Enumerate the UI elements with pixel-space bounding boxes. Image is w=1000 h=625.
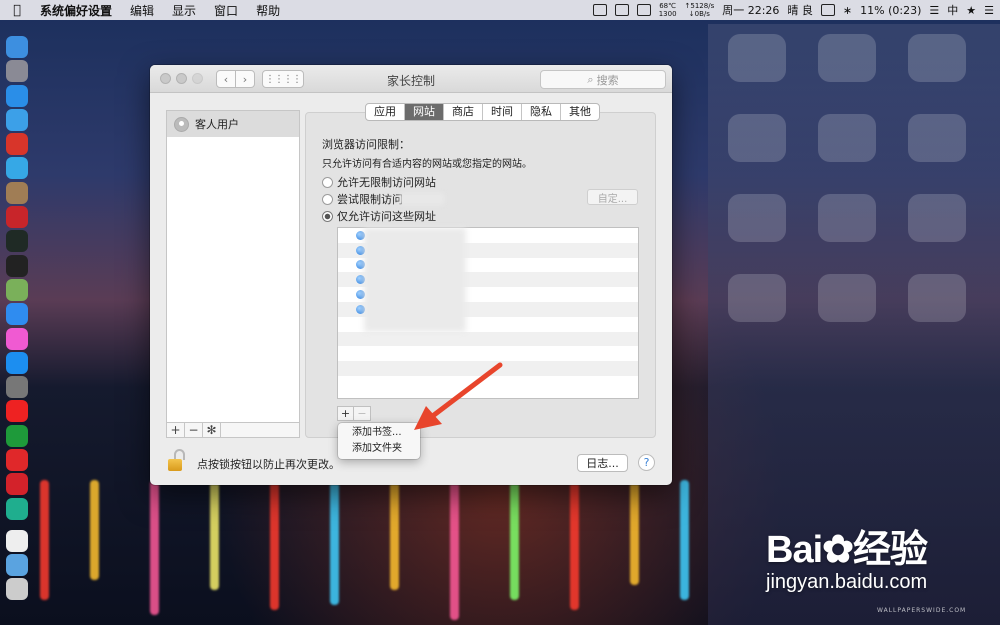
netease-music-icon[interactable] (6, 449, 28, 472)
user-list: 客人用户 (166, 110, 300, 438)
watermark-logo: Bai✿经验 (766, 529, 928, 571)
tab-other[interactable]: 其他 (561, 104, 599, 120)
add-site-button[interactable]: + (338, 407, 354, 420)
menu-bar:  系统偏好设置 编辑 显示 窗口 帮助 68℃1300 ↑5128/s↓0B/… (0, 0, 1000, 20)
search-input[interactable]: ⌕ 搜索 (540, 70, 666, 89)
music-icon[interactable] (6, 327, 28, 350)
menu-help[interactable]: 帮助 (247, 2, 289, 19)
avatar (174, 116, 189, 132)
system-preferences-icon[interactable] (6, 376, 28, 399)
list-item (338, 346, 638, 361)
trash-icon[interactable] (6, 578, 28, 601)
radio-button[interactable] (322, 193, 333, 205)
red-arrow-annotation (414, 362, 503, 430)
app-red2-icon[interactable] (6, 206, 28, 229)
star-icon[interactable]: ★ (966, 4, 976, 17)
tab-bar: 应用 网站 商店 时间 隐私 其他 (365, 103, 600, 121)
remove-site-button[interactable]: − (354, 407, 370, 420)
temperature-readout[interactable]: 68℃ 1300 (659, 2, 677, 18)
lock-message: 点按锁按钮以防止再次更改。 (197, 458, 340, 471)
monitor-icon[interactable] (614, 4, 629, 16)
activity-monitor-icon[interactable] (6, 230, 28, 253)
desktop-reflections (30, 480, 710, 625)
tab-privacy[interactable]: 隐私 (522, 104, 561, 120)
radio-limit-access[interactable]: 尝试限制访问 (322, 191, 403, 207)
printer-icon[interactable] (592, 4, 607, 16)
safari-icon[interactable] (6, 84, 28, 107)
vivaldi-icon[interactable] (6, 473, 28, 496)
wifi-icon[interactable]: ☰ (929, 4, 939, 17)
yandex-icon[interactable] (6, 400, 28, 423)
menu-window[interactable]: 窗口 (205, 2, 247, 19)
lock-icon[interactable] (168, 449, 186, 471)
log-button[interactable]: 日志... (577, 454, 628, 472)
blurred-site-names (364, 228, 466, 332)
launchpad-icon[interactable] (6, 60, 28, 83)
status-area: 68℃ 1300 ↑5128/s ↓0B/s 周一 22:26 晴 良 ∗ 11% … (592, 0, 994, 20)
input-method[interactable]: 中 (947, 2, 958, 18)
section-title: 浏览器访问限制： (322, 138, 410, 151)
watermark-url: jingyan.baidu.com (766, 571, 928, 593)
apple-menu-icon[interactable]:  (0, 3, 34, 18)
finder-icon[interactable] (6, 36, 28, 58)
app-blue-icon[interactable] (6, 157, 28, 180)
notification-center-icon[interactable]: ☰ (984, 4, 994, 17)
terminal-icon[interactable] (6, 254, 28, 277)
datetime[interactable]: 周一 22:26 (722, 2, 779, 18)
tab-time[interactable]: 时间 (483, 104, 522, 120)
user-row-guest[interactable]: 客人用户 (167, 111, 299, 137)
blurred-text-mask (400, 193, 444, 205)
add-user-button[interactable]: + (167, 423, 185, 437)
contacts-icon[interactable] (6, 108, 28, 131)
search-icon: ⌕ (587, 72, 594, 86)
app-store-icon[interactable] (6, 351, 28, 374)
radio-unrestricted[interactable]: 允许无限制访问网站 (322, 174, 436, 190)
tab-apps[interactable]: 应用 (366, 104, 405, 120)
site-list-tools: + − (337, 406, 371, 421)
user-list-tools: + − ✻ (166, 422, 300, 438)
wechat-icon[interactable] (820, 4, 835, 16)
app-mic-icon[interactable] (6, 303, 28, 326)
radio-button-selected[interactable] (322, 210, 333, 222)
wallpaper-credit: WALLPAPERSWIDE.COM (877, 607, 967, 614)
section-description: 只允许访问有合适内容的网站或您指定的网站。 (322, 159, 532, 170)
display-icon[interactable] (636, 4, 651, 16)
weather[interactable]: 晴 良 (787, 2, 813, 18)
tab-stores[interactable]: 商店 (444, 104, 483, 120)
dock (4, 36, 30, 603)
customize-button[interactable]: 自定... (587, 189, 638, 205)
remove-user-button[interactable]: − (185, 423, 203, 437)
network-speed[interactable]: ↑5128/s ↓0B/s (685, 2, 715, 18)
document-icon[interactable] (6, 529, 28, 552)
app-green-icon[interactable] (6, 497, 28, 520)
menu-edit[interactable]: 编辑 (121, 2, 163, 19)
battery-status[interactable]: 11% (0:23) (860, 4, 921, 17)
baidu-watermark: Bai✿经验 jingyan.baidu.com (766, 518, 928, 594)
folder-icon[interactable] (6, 553, 28, 576)
titlebar: ‹ › ⋮⋮⋮⋮ 家长控制 ⌕ 搜索 (150, 65, 672, 93)
menu-view[interactable]: 显示 (163, 2, 205, 19)
add-folder-item[interactable]: 添加文件夹 (338, 441, 420, 457)
tab-websites[interactable]: 网站 (405, 104, 444, 120)
app-brown-icon[interactable] (6, 181, 28, 204)
list-item (338, 331, 638, 347)
user-name: 客人用户 (195, 118, 239, 131)
maps-icon[interactable] (6, 278, 28, 301)
bluetooth-icon[interactable]: ∗ (843, 4, 852, 17)
gear-icon[interactable]: ✻ (203, 423, 221, 437)
menu-app-name[interactable]: 系统偏好设置 (34, 2, 121, 19)
radio-allow-only-these[interactable]: 仅允许访问这些网址 (322, 208, 436, 224)
chrome-icon[interactable] (6, 424, 28, 447)
app-red-icon[interactable] (6, 133, 28, 156)
help-button[interactable]: ? (638, 454, 655, 471)
radio-button[interactable] (322, 176, 333, 188)
